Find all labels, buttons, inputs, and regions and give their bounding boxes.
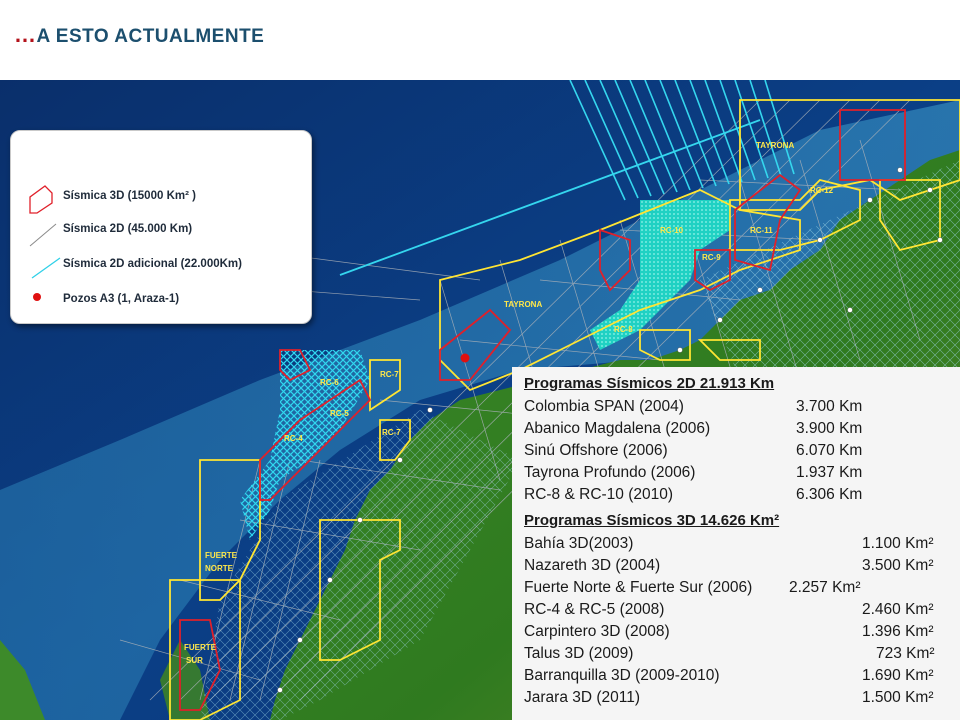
label-rc-4: RC-4 [284, 434, 303, 443]
title-ellipsis: … [14, 22, 37, 47]
program-3d-row-value: 1.500 Km² [862, 689, 934, 706]
label-fuerte-sur-1: FUERTE [184, 643, 217, 652]
program-3d-row-value: 3.500 Km² [862, 557, 934, 574]
program-2d-row-name: Colombia SPAN (2004) [524, 398, 684, 415]
label-rc-5: RC-5 [330, 409, 349, 418]
pozo-a3-well [460, 353, 470, 363]
program-2d-row-name: Abanico Magdalena (2006) [524, 420, 711, 437]
label-rc-6: RC-6 [320, 378, 339, 387]
program-2d-row-value: 6.306 Km [796, 486, 863, 503]
program-2d-row-name: RC-8 & RC-10 (2010) [524, 486, 674, 503]
legend-label-2d-additional: Sísmica 2D adicional (22.000Km) [63, 258, 242, 270]
program-3d-row-value: 1.396 Km² [862, 623, 934, 640]
seismic-3d-symbol-icon [29, 185, 53, 214]
legend-label-3d: Sísmica 3D (15000 Km² ) [63, 190, 196, 202]
title-text: A ESTO ACTUALMENTE [36, 26, 265, 47]
program-2d-row-value: 6.070 Km [796, 442, 863, 459]
label-fuerte-norte-2: NORTE [205, 564, 234, 573]
label-fuerte-sur-2: SUR [186, 656, 203, 665]
program-3d-row-name: Nazareth 3D (2004) [524, 557, 661, 574]
program-3d-row-name: Talus 3D (2009) [524, 645, 634, 662]
program-2d-row-name: Sinú Offshore (2006) [524, 442, 668, 459]
label-rc-9: RC-9 [702, 253, 721, 262]
program-3d-row-name: Bahía 3D(2003) [524, 535, 634, 552]
well-symbol-icon [33, 293, 41, 301]
slide-title: …A ESTO ACTUALMENTE [14, 22, 264, 48]
seismic-programs-panel: Programas Sísmicos 2D 21.913 Km Colombia… [512, 367, 960, 720]
program-2d-row-value: 3.700 Km [796, 398, 863, 415]
program-3d-row-name: Jarara 3D (2011) [524, 689, 641, 706]
program-2d-row-value: 1.937 Km [796, 464, 863, 481]
program-3d-row-value: 723 Km² [876, 645, 935, 662]
legend-label-wells: Pozos A3 (1, Araza-1) [63, 293, 180, 305]
legend-label-2d: Sísmica 2D (45.000 Km) [63, 223, 193, 235]
program-3d-row-name: Barranquilla 3D (2009-2010) [524, 667, 720, 684]
label-rc-8: RC-8 [614, 325, 633, 334]
program-3d-row-value: 1.100 Km² [862, 535, 934, 552]
program-3d-row-value: 2.460 Km² [862, 601, 934, 618]
programs-3d-header: Programas Sísmicos 3D 14.626 Km² [524, 512, 780, 529]
seismic-2d-additional-symbol-icon [31, 257, 61, 279]
programs-2d-header: Programas Sísmicos 2D 21.913 Km [524, 375, 775, 392]
label-tayrona-south: TAYRONA [504, 300, 542, 309]
label-fuerte-norte-1: FUERTE [205, 551, 238, 560]
label-tayrona-north: TAYRONA [756, 141, 794, 150]
label-rc-7-north: RC-7 [380, 370, 399, 379]
program-3d-row-value: 1.690 Km² [862, 667, 934, 684]
program-2d-row-name: Tayrona Profundo (2006) [524, 464, 696, 481]
label-rc-11: RC-11 [750, 226, 773, 235]
label-rc-7-south: RC-7 [382, 428, 401, 437]
map-legend: Sísmica 3D (15000 Km² ) Sísmica 2D (45.0… [10, 130, 312, 324]
seismic-2d-symbol-icon [29, 223, 57, 247]
program-3d-row-name: Fuerte Norte & Fuerte Sur (2006) [524, 579, 753, 596]
program-2d-row-value: 3.900 Km [796, 420, 863, 437]
label-rc-10: RC-10 [660, 226, 684, 235]
label-rc-12: RC-12 [810, 186, 834, 195]
program-3d-row-name: Carpintero 3D (2008) [524, 623, 670, 640]
program-3d-row-value: 2.257 Km² [789, 579, 861, 596]
program-3d-row-name: RC-4 & RC-5 (2008) [524, 601, 665, 618]
